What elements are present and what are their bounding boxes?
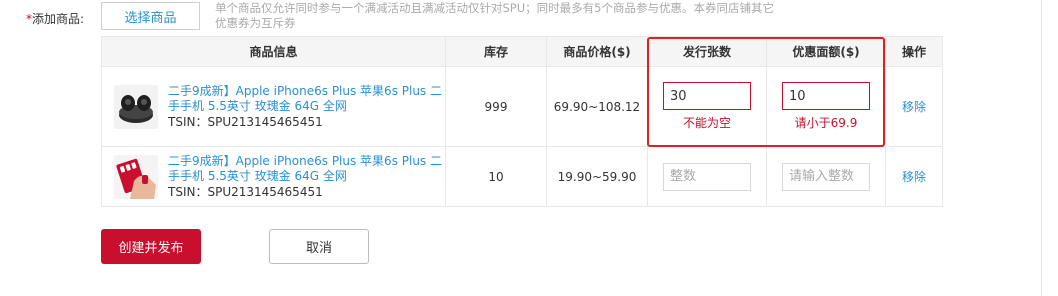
product-tsin: TSIN：SPU213145465451 — [168, 184, 323, 199]
product-name-link[interactable]: 二手9成新】Apple iPhone6s Plus 苹果6s Plus 二手手机… — [168, 84, 444, 114]
issue-count-cell — [647, 146, 767, 207]
header-issue-count: 发行张数 — [647, 36, 767, 67]
header-goods-info: 商品信息 — [101, 36, 446, 67]
select-goods-button[interactable]: 选择商品 — [101, 2, 200, 30]
issue-count-input[interactable] — [663, 162, 751, 191]
issue-count-cell: 不能为空 — [647, 66, 767, 147]
action-cell: 移除 — [885, 146, 943, 207]
product-tsin: TSIN：SPU213145465451 — [168, 114, 323, 129]
header-stock: 库存 — [445, 36, 547, 67]
price-cell: 19.90~59.90 — [546, 146, 648, 207]
discount-amount-input[interactable] — [782, 162, 870, 191]
discount-amount-cell: 请小于69.9 — [766, 66, 886, 147]
discount-amount-error: 请小于69.9 — [794, 116, 858, 130]
header-price: 商品价格($) — [546, 36, 648, 67]
stock-cell: 999 — [445, 66, 547, 147]
hint-line-2: 优惠券为互斥券 — [215, 16, 296, 30]
create-and-publish-button[interactable]: 创建并发布 — [101, 229, 201, 264]
right-divider — [1041, 0, 1042, 296]
cancel-button[interactable]: 取消 — [269, 229, 369, 264]
discount-amount-input[interactable] — [782, 82, 870, 110]
goods-table: 商品信息 库存 商品价格($) 发行张数 优惠面额($) 操作 二手9成新】Ap… — [101, 36, 943, 207]
action-cell: 移除 — [885, 66, 943, 147]
add-goods-label: *添加商品: — [26, 10, 84, 27]
product-name-link[interactable]: 二手9成新】Apple iPhone6s Plus 苹果6s Plus 二手手机… — [168, 154, 444, 184]
stock-cell: 10 — [445, 146, 547, 207]
discount-amount-cell — [766, 146, 886, 207]
issue-count-error: 不能为空 — [682, 116, 731, 130]
header-discount-amount: 优惠面额($) — [766, 36, 886, 67]
nail-stickers-product-icon — [114, 154, 158, 199]
table-header-row: 商品信息 库存 商品价格($) 发行张数 优惠面额($) 操作 — [101, 36, 943, 67]
header-action: 操作 — [885, 36, 943, 67]
add-goods-label-text: 添加商品: — [32, 12, 85, 26]
issue-count-input[interactable] — [663, 82, 751, 110]
remove-link[interactable]: 移除 — [902, 100, 926, 114]
earbuds-product-icon — [114, 84, 158, 129]
remove-link[interactable]: 移除 — [902, 170, 926, 184]
goods-hint: 单个商品仅允许同时参与一个满减活动且满减活动仅针对SPU；同时最多有5个商品参与… — [215, 1, 815, 31]
price-cell: 69.90~108.12 — [546, 66, 648, 147]
goods-info-cell: 二手9成新】Apple iPhone6s Plus 苹果6s Plus 二手手机… — [101, 146, 446, 207]
table-row: 二手9成新】Apple iPhone6s Plus 苹果6s Plus 二手手机… — [101, 66, 943, 147]
hint-line-1: 单个商品仅允许同时参与一个满减活动且满减活动仅针对SPU；同时最多有5个商品参与… — [215, 1, 774, 15]
goods-info-cell: 二手9成新】Apple iPhone6s Plus 苹果6s Plus 二手手机… — [101, 66, 446, 147]
table-row: 二手9成新】Apple iPhone6s Plus 苹果6s Plus 二手手机… — [101, 146, 943, 207]
